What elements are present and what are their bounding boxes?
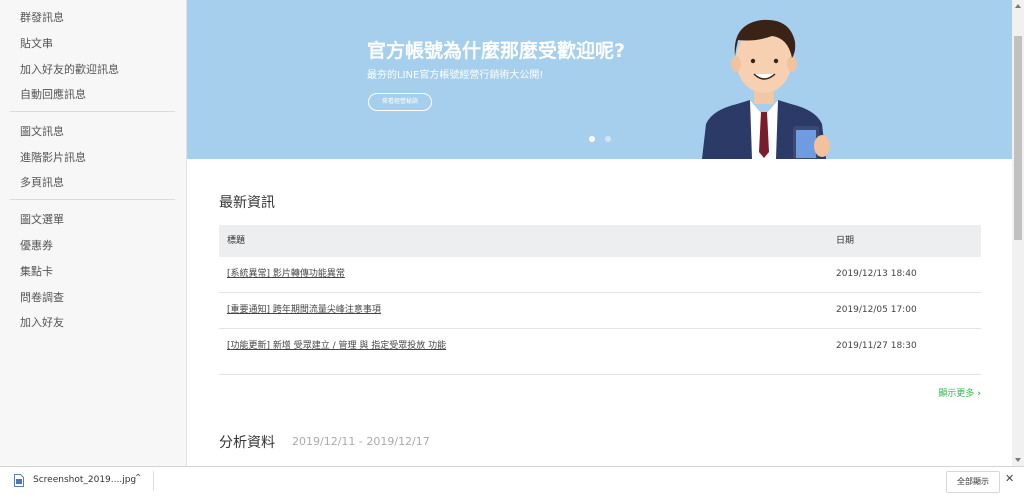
scrollbar-thumb[interactable] <box>1014 36 1022 240</box>
news-table-header: 標題 日期 <box>219 225 981 257</box>
analysis-date-range: 2019/12/11 - 2019/12/17 <box>292 435 430 448</box>
download-item[interactable]: Screenshot_2019....jpg ⌃ <box>8 471 156 493</box>
news-date: 2019/12/13 18:40 <box>836 269 917 279</box>
sidebar: 群發訊息 貼文串 加入好友的歡迎訊息 自動回應訊息 圖文訊息 進階影片訊息 多頁… <box>0 0 187 466</box>
news-date: 2019/12/05 17:00 <box>836 305 917 315</box>
carousel-dot[interactable] <box>605 136 611 142</box>
chevron-right-icon: › <box>977 389 981 399</box>
download-file-name: Screenshot_2019....jpg <box>33 475 137 485</box>
promo-banner[interactable]: 官方帳號為什麼那麼受歡迎呢? 最夯的LINE官方帳號經營行銷術大公開! 來看經營… <box>187 0 1012 159</box>
divider <box>153 471 154 491</box>
sidebar-divider <box>10 199 175 200</box>
news-title-link[interactable]: [系統異常] 影片轉傳功能異常 <box>227 257 345 292</box>
sidebar-item-auto-reply[interactable]: 自動回應訊息 <box>20 86 86 102</box>
close-icon[interactable]: ✕ <box>1005 472 1014 485</box>
page-scrollbar[interactable] <box>1012 0 1024 466</box>
chevron-up-icon[interactable]: ⌃ <box>134 473 142 484</box>
sidebar-item-broadcast[interactable]: 群發訊息 <box>20 9 64 25</box>
sidebar-item-survey[interactable]: 問卷調查 <box>20 289 64 305</box>
sidebar-divider <box>10 111 175 112</box>
banner-cta-button[interactable]: 來看經營秘訣 <box>368 93 432 111</box>
sidebar-item-rich-menu[interactable]: 圖文選單 <box>20 211 64 227</box>
table-row[interactable]: [功能更新] 新增 受眾建立 / 管理 與 指定受眾投放 功能 2019/11/… <box>219 329 981 364</box>
carousel-dot-active[interactable] <box>589 136 595 142</box>
sidebar-item-coupon[interactable]: 優惠券 <box>20 237 53 253</box>
news-title-link[interactable]: [重要通知] 跨年期間流量尖峰注意事項 <box>227 293 381 328</box>
businessman-illustration <box>702 19 830 159</box>
sidebar-item-reward-card[interactable]: 集點卡 <box>20 263 53 279</box>
table-row[interactable]: [系統異常] 影片轉傳功能異常 2019/12/13 18:40 <box>219 257 981 293</box>
show-all-button[interactable]: 全部顯示 <box>946 471 1000 493</box>
table-row[interactable]: [重要通知] 跨年期間流量尖峰注意事項 2019/12/05 17:00 <box>219 293 981 329</box>
sidebar-item-rich-message[interactable]: 圖文訊息 <box>20 123 64 139</box>
show-more-link[interactable]: 顯示更多 › <box>938 386 981 399</box>
sidebar-item-greeting-message[interactable]: 加入好友的歡迎訊息 <box>20 61 119 77</box>
sidebar-item-timeline[interactable]: 貼文串 <box>20 35 53 51</box>
sidebar-item-card-message[interactable]: 多頁訊息 <box>20 174 64 190</box>
news-table: 標題 日期 [系統異常] 影片轉傳功能異常 2019/12/13 18:40 [… <box>219 225 981 364</box>
show-more-label: 顯示更多 <box>938 389 975 399</box>
download-bar: Screenshot_2019....jpg ⌃ 全部顯示 ✕ <box>0 466 1024 498</box>
scroll-up-arrow-icon[interactable] <box>1015 4 1021 8</box>
column-header-title: 標題 <box>227 236 246 246</box>
banner-subtitle: 最夯的LINE官方帳號經營行銷術大公開! <box>367 70 544 81</box>
news-title-link[interactable]: [功能更新] 新增 受眾建立 / 管理 與 指定受眾投放 功能 <box>227 329 446 364</box>
analysis-section-title: 分析資料 <box>219 435 275 451</box>
news-date: 2019/11/27 18:30 <box>836 341 917 351</box>
sidebar-item-add-friend[interactable]: 加入好友 <box>20 314 64 330</box>
column-header-date: 日期 <box>836 236 855 246</box>
banner-title: 官方帳號為什麼那麼受歡迎呢? <box>367 40 626 62</box>
file-icon <box>14 474 24 487</box>
news-section-title: 最新資訊 <box>219 195 275 211</box>
divider <box>219 374 981 375</box>
main-content: 最新資訊 標題 日期 [系統異常] 影片轉傳功能異常 2019/12/13 18… <box>187 160 1012 466</box>
sidebar-item-rich-video[interactable]: 進階影片訊息 <box>20 149 86 165</box>
scroll-down-arrow-icon[interactable] <box>1015 458 1021 462</box>
